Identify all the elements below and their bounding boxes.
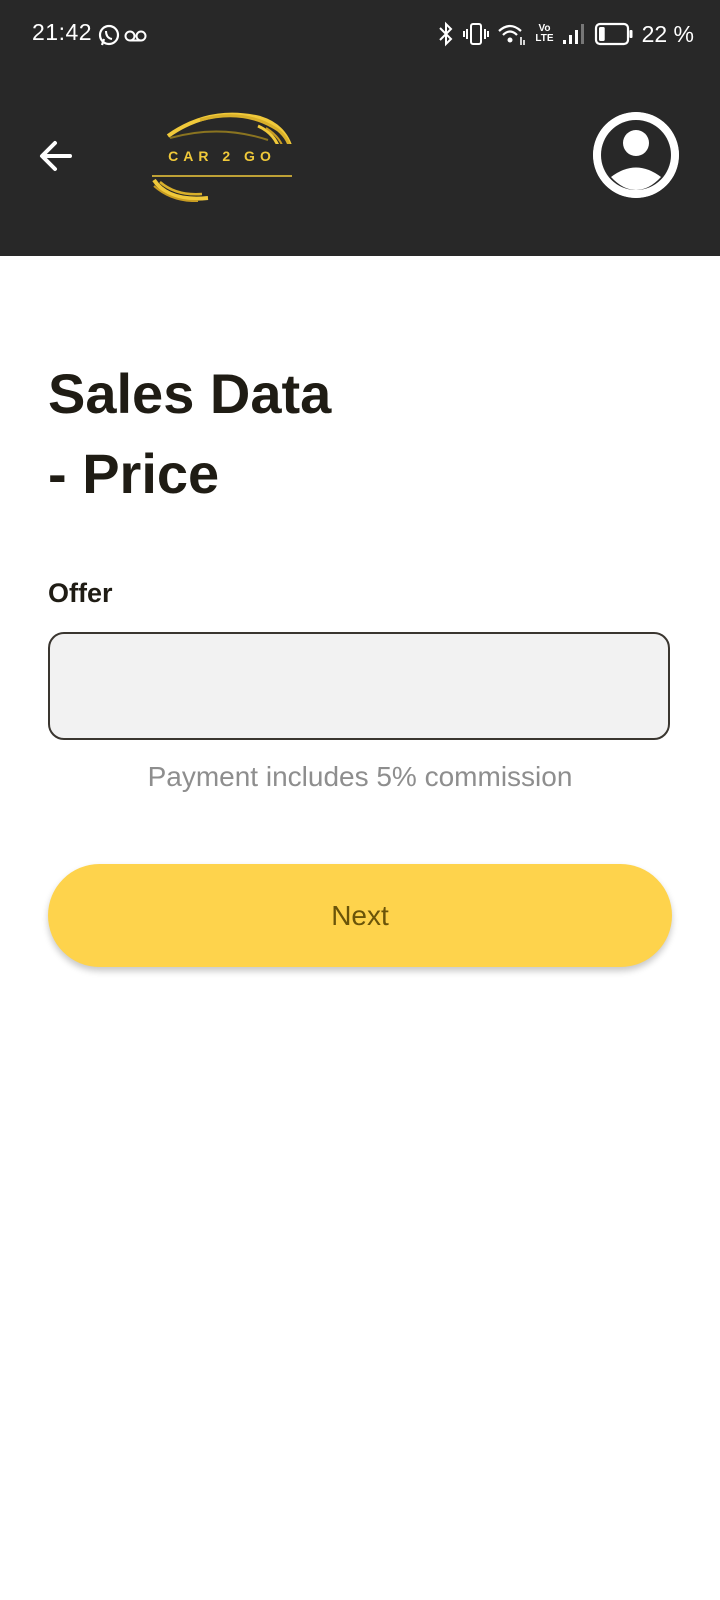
status-time: 21:42 (32, 19, 93, 45)
next-button[interactable]: Next (48, 864, 672, 967)
volte-bottom: LTE (535, 33, 554, 44)
battery-percentage: 22 % (641, 20, 694, 47)
commission-helper-text: Payment includes 5% commission (147, 761, 573, 792)
arrow-back-icon (40, 141, 72, 171)
vibrate-icon (463, 23, 490, 45)
signal-icon (562, 24, 584, 44)
page-title: Sales Data - Price (48, 354, 331, 514)
top-bar: 21:42 Vo LTE 22 % CAR 2 GO (0, 0, 720, 256)
status-left-icons (98, 22, 148, 48)
back-button[interactable] (30, 130, 82, 182)
battery-icon (594, 22, 633, 46)
page-title-line-1: Sales Data (48, 362, 332, 425)
wifi-icon (498, 24, 526, 45)
whatsapp-icon (98, 24, 147, 46)
offer-label: Offer (48, 578, 113, 608)
profile-button[interactable] (593, 112, 679, 198)
account-icon (593, 112, 679, 198)
logo-text: CAR 2 GO (168, 148, 276, 164)
volte-indicator: Vo LTE (535, 24, 553, 44)
app-bar: CAR 2 GO (0, 70, 720, 256)
bluetooth-icon (439, 21, 453, 47)
offer-input[interactable] (48, 632, 670, 740)
status-bar: 21:42 Vo LTE 22 % (0, 0, 720, 70)
page-title-line-2: - Price (48, 442, 220, 505)
car2go-logo: CAR 2 GO (150, 104, 298, 202)
status-right-icons: Vo LTE 22 % (437, 19, 694, 49)
